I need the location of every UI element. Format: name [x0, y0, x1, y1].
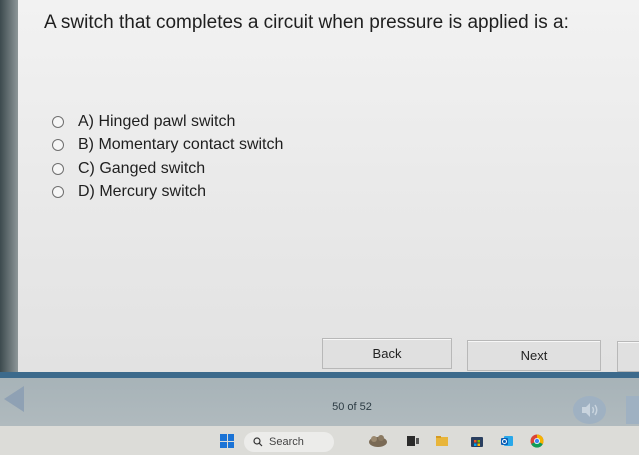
next-button[interactable]: Next [467, 340, 601, 371]
extra-button[interactable] [617, 341, 639, 372]
chrome-icon[interactable] [530, 434, 544, 448]
radio-button[interactable] [52, 139, 64, 152]
option-b[interactable]: B) Momentary contact switch [52, 134, 283, 158]
option-c[interactable]: C) Ganged switch [52, 157, 283, 181]
option-label: C) Ganged switch [78, 159, 206, 177]
outlook-icon[interactable] [500, 434, 514, 448]
speaker-glyph [581, 403, 597, 417]
back-button[interactable]: Back [322, 338, 452, 369]
file-explorer-icon[interactable] [435, 434, 449, 448]
radio-button[interactable] [52, 186, 64, 199]
bottom-navigation-bar [0, 372, 639, 426]
windows-start-icon[interactable] [220, 434, 234, 448]
taskbar-search[interactable]: Search [244, 432, 334, 452]
option-label: D) Mercury switch [78, 183, 207, 201]
search-icon [253, 437, 263, 447]
option-label: A) Hinged pawl switch [78, 112, 236, 130]
store-icon[interactable] [470, 434, 484, 448]
option-a[interactable]: A) Hinged pawl switch [52, 110, 283, 134]
radio-button[interactable] [52, 115, 64, 128]
question-text: A switch that completes a circuit when p… [44, 12, 569, 33]
option-d[interactable]: D) Mercury switch [52, 181, 283, 205]
weather-widget-icon[interactable] [367, 433, 389, 449]
page-counter: 50 of 52 [332, 401, 372, 413]
answer-options: A) Hinged pawl switch B) Momentary conta… [52, 110, 283, 204]
right-arrow-icon[interactable] [626, 396, 639, 424]
left-arrow-icon[interactable] [4, 386, 24, 412]
question-panel: A switch that completes a circuit when p… [18, 0, 639, 372]
speaker-icon[interactable] [573, 396, 606, 424]
search-label: Search [269, 436, 304, 448]
task-view-icon[interactable] [406, 434, 420, 448]
screen-bezel [0, 0, 18, 372]
option-label: B) Momentary contact switch [78, 136, 284, 154]
radio-button[interactable] [52, 162, 64, 175]
